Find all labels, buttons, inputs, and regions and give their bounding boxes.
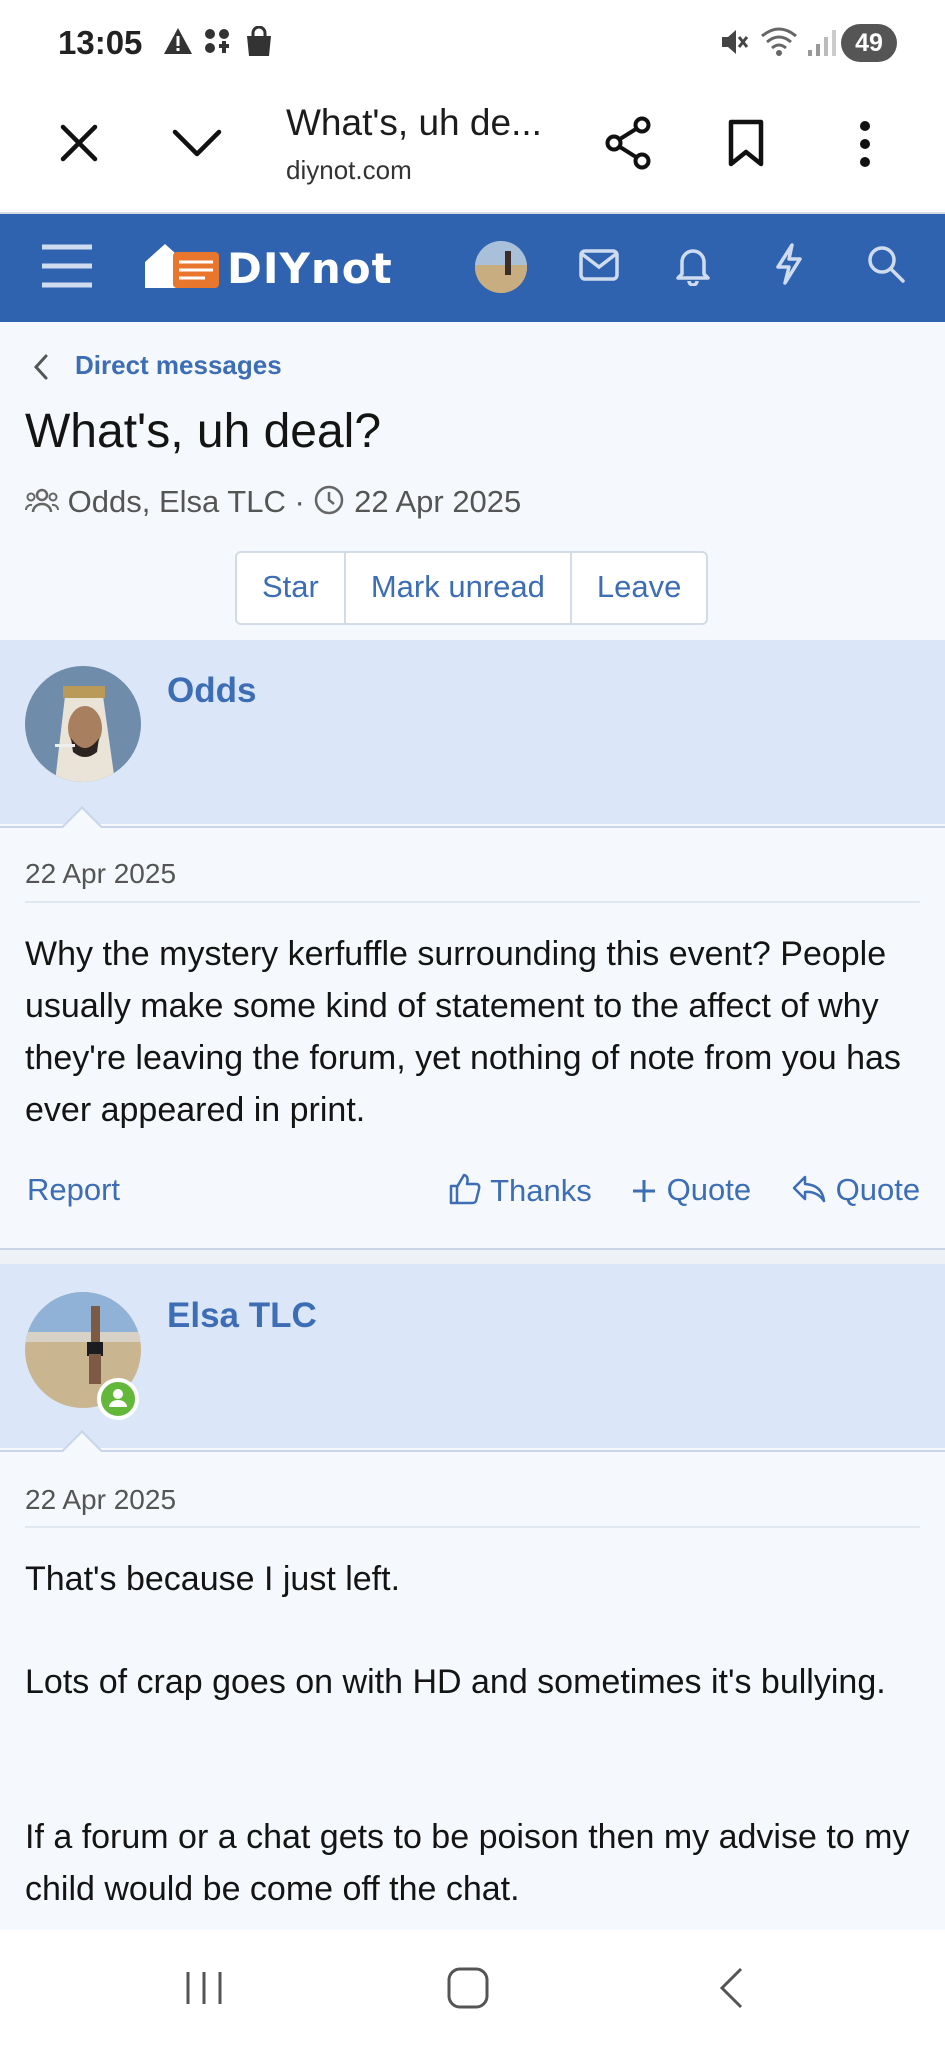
page-title: What's, uh deal? <box>25 405 382 458</box>
thumbs-up-icon <box>449 1173 481 1205</box>
browser-page-title[interactable]: What's, uh de... <box>286 102 542 144</box>
avatar-image <box>25 666 141 782</box>
search-icon[interactable] <box>866 244 906 284</box>
participants-icon <box>25 488 59 513</box>
lightning-icon[interactable] <box>772 242 806 286</box>
multi-quote-label: Quote <box>666 1172 752 1207</box>
bookmark-icon[interactable] <box>726 118 766 168</box>
avatar[interactable] <box>475 241 527 293</box>
mail-icon[interactable] <box>578 248 620 282</box>
breadcrumb[interactable]: Direct messages <box>75 350 282 381</box>
reply-icon <box>792 1175 826 1203</box>
home-icon[interactable] <box>446 1966 490 2010</box>
user-icon <box>109 1389 127 1407</box>
mute-icon <box>722 30 749 54</box>
message-divider <box>25 901 920 903</box>
quote-reply-label: Quote <box>835 1172 921 1207</box>
star-button[interactable]: Star <box>237 553 346 623</box>
back-icon[interactable] <box>716 1966 746 2010</box>
message-username[interactable]: Elsa TLC <box>167 1296 317 1336</box>
online-status-badge <box>97 1378 139 1420</box>
status-time: 13:05 <box>58 24 143 61</box>
report-link[interactable]: Report <box>27 1172 120 1208</box>
plus-icon <box>633 1180 655 1202</box>
menu-icon[interactable] <box>40 242 94 290</box>
bag-icon <box>247 26 271 56</box>
message-date[interactable]: 22 Apr 2025 <box>25 858 176 890</box>
message-text: Why the mystery kerfuffle surrounding th… <box>25 935 901 1129</box>
message-actions: Report Thanks Quote Quote <box>25 1172 920 1212</box>
avatar[interactable] <box>25 666 141 782</box>
message-paragraph: If a forum or a chat gets to be poison t… <box>25 1818 910 1908</box>
conversation-date: 22 Apr 2025 <box>354 484 522 519</box>
logo-icon[interactable] <box>143 240 223 292</box>
message-paragraph: Lots of crap goes on with HD and sometim… <box>25 1663 886 1701</box>
message-date[interactable]: 22 Apr 2025 <box>25 1484 176 1516</box>
message-username[interactable]: Odds <box>167 671 256 711</box>
warning-icon <box>164 28 192 54</box>
thanks-button[interactable]: Thanks <box>448 1172 592 1209</box>
leave-button[interactable]: Leave <box>572 553 706 623</box>
site-logo[interactable]: DIYnot <box>227 244 393 293</box>
message-pointer-fill <box>62 1433 102 1453</box>
wifi-icon <box>761 27 797 56</box>
message-paragraph: That's because I just left. <box>25 1560 401 1598</box>
back-chevron-icon[interactable] <box>30 352 52 382</box>
apps-icon <box>205 29 229 53</box>
status-bar: 13:05 49 <box>0 0 945 88</box>
participants-text[interactable]: Odds, Elsa TLC <box>68 484 286 519</box>
message-header <box>0 1264 945 1448</box>
signal-icon <box>808 30 836 56</box>
multi-quote-button[interactable]: Quote <box>630 1172 751 1208</box>
quote-reply-button[interactable]: Quote <box>791 1172 920 1208</box>
more-options-icon[interactable] <box>858 120 872 168</box>
battery-indicator: 49 <box>841 24 897 62</box>
avatar-image <box>475 241 527 293</box>
message-divider <box>25 1526 920 1528</box>
conversation-button-group: Star Mark unread Leave <box>235 551 709 625</box>
message-separator <box>0 1248 945 1264</box>
close-icon[interactable] <box>58 122 100 164</box>
recent-apps-icon[interactable] <box>183 1968 225 2008</box>
meta-separator: · <box>294 484 305 519</box>
share-icon[interactable] <box>604 116 654 170</box>
message-pointer-fill <box>62 809 102 829</box>
chevron-down-icon[interactable] <box>170 126 224 160</box>
browser-url[interactable]: diynot.com <box>286 155 412 186</box>
bell-icon[interactable] <box>674 244 712 286</box>
message-header <box>0 640 945 824</box>
clock-icon <box>315 485 344 515</box>
mark-unread-button[interactable]: Mark unread <box>346 553 572 623</box>
thanks-label: Thanks <box>490 1173 592 1208</box>
conversation-meta: Odds, Elsa TLC · 22 Apr 2025 <box>25 484 521 520</box>
